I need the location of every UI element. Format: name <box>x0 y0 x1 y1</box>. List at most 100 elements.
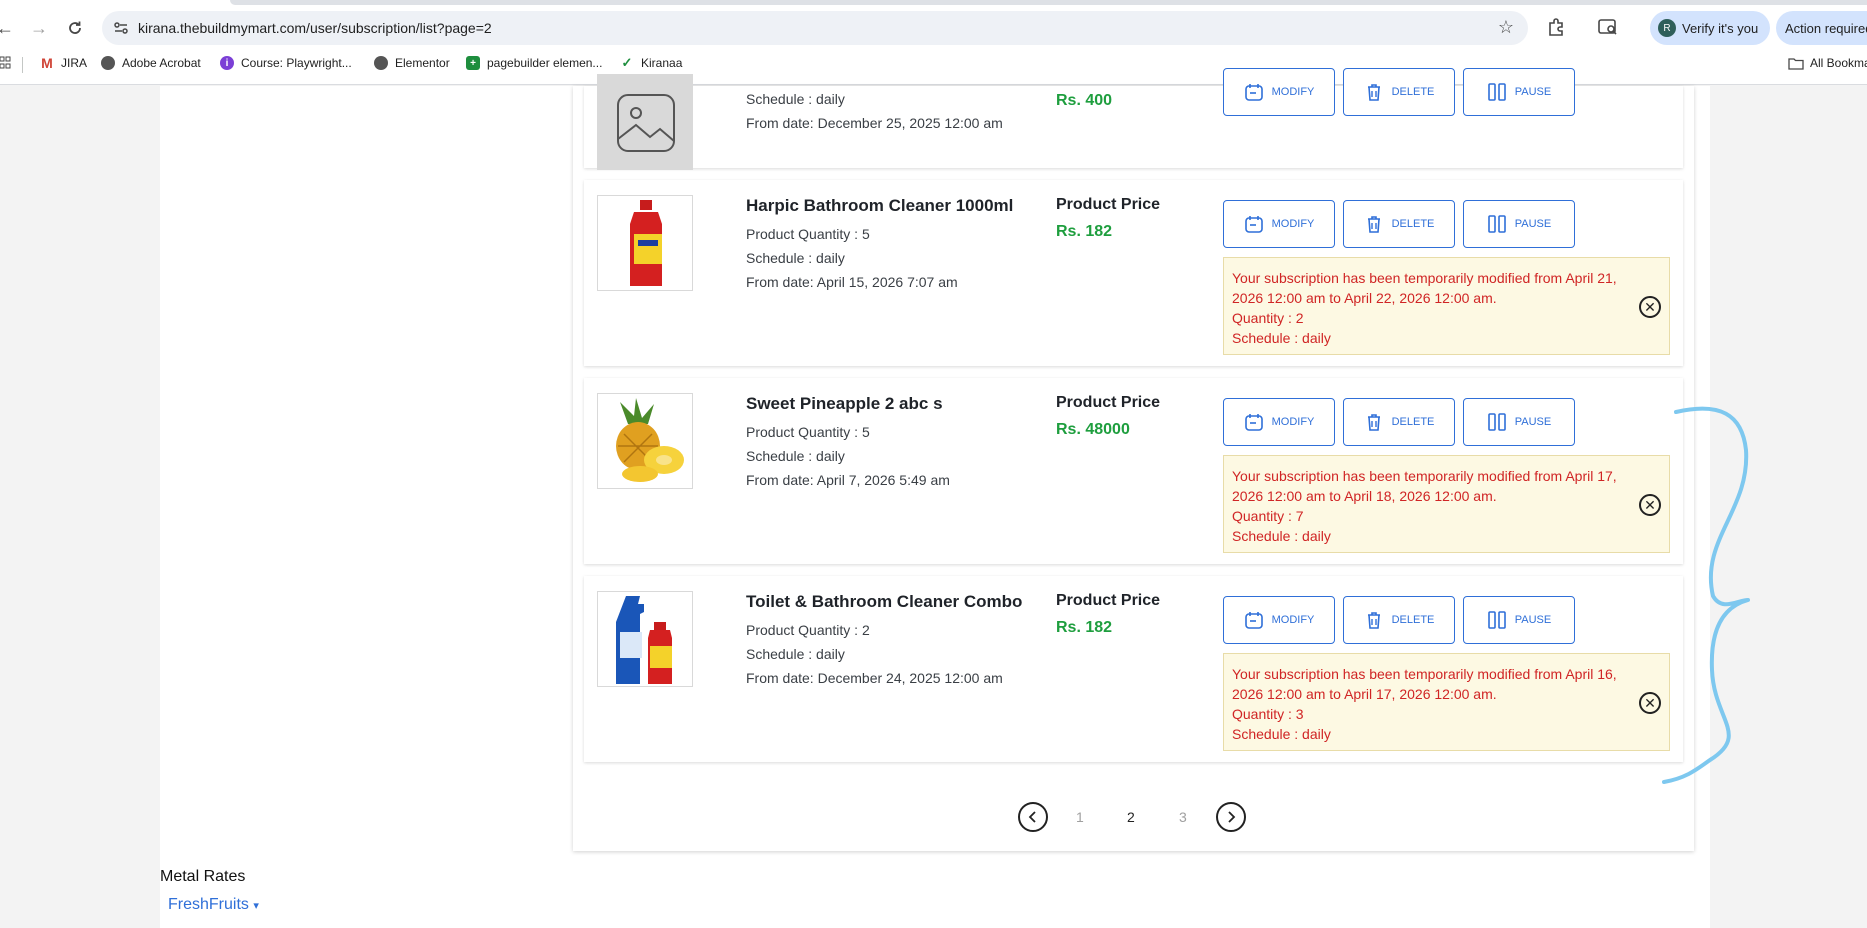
pause-button[interactable]: PAUSE <box>1463 200 1575 248</box>
apps-grid-icon[interactable] <box>0 56 12 70</box>
notice-quantity: Quantity : 7 <box>1232 508 1304 524</box>
delete-button[interactable]: DELETE <box>1343 200 1455 248</box>
delete-label: DELETE <box>1391 614 1435 626</box>
pause-button[interactable]: PAUSE <box>1463 596 1575 644</box>
product-schedule: Schedule : daily <box>746 91 845 107</box>
pause-button[interactable]: PAUSE <box>1463 68 1575 116</box>
bookmark-elementor[interactable]: Elementor <box>374 56 450 70</box>
bookmark-label: JIRA <box>61 56 88 70</box>
all-bookmarks[interactable]: All Bookmarks <box>1788 56 1867 70</box>
notice-message: Your subscription has been temporarily m… <box>1232 666 1617 702</box>
notice-quantity: Quantity : 3 <box>1232 706 1304 722</box>
price-label: Product Price <box>1056 592 1161 609</box>
notice-quantity: Quantity : 2 <box>1232 310 1304 326</box>
bookmark-label: Course: Playwright... <box>241 56 352 70</box>
bookmark-jira[interactable]: M JIRA <box>40 55 88 71</box>
bookmark-kiranaa[interactable]: ✓ Kiranaa <box>620 55 683 70</box>
product-name: Toilet & Bathroom Cleaner Combo <box>746 592 1023 611</box>
temporary-modification-notice: Your subscription has been temporarily m… <box>1223 455 1670 553</box>
page-1-button[interactable]: 1 <box>1076 809 1084 825</box>
site-info-icon[interactable] <box>112 19 130 37</box>
delete-label: DELETE <box>1391 416 1435 428</box>
product-name: Harpic Bathroom Cleaner 1000ml <box>746 196 1014 215</box>
bookmarks-separator <box>22 57 23 73</box>
modify-button[interactable]: MODIFY <box>1223 200 1335 248</box>
delete-button[interactable]: DELETE <box>1343 68 1455 116</box>
product-quantity: Product Quantity : 5 <box>746 226 870 242</box>
notice-schedule: Schedule : daily <box>1232 726 1331 742</box>
browser-toolbar: ← → kirana.thebuildmymart.com/user/subsc… <box>0 9 1867 47</box>
freshfruits-dropdown[interactable]: FreshFruits ▾ <box>168 896 259 914</box>
pineapple-image <box>616 398 684 482</box>
action-required-label: Action required <box>1785 20 1867 36</box>
pause-button[interactable]: PAUSE <box>1463 398 1575 446</box>
previous-page-button[interactable] <box>1018 802 1048 832</box>
sheets-icon: + <box>466 56 480 70</box>
bookmark-pagebuilder[interactable]: + pagebuilder elemen... <box>466 56 602 70</box>
modify-label: MODIFY <box>1271 86 1315 98</box>
product-schedule: Schedule : daily <box>746 448 845 464</box>
pause-icon <box>1487 413 1506 431</box>
back-icon[interactable]: ← <box>0 15 18 41</box>
subscription-card: Toilet & Bathroom Cleaner Combo Product … <box>584 576 1683 762</box>
chevron-right-icon <box>1228 811 1236 823</box>
folder-icon <box>1788 57 1804 70</box>
bookmarks-bar: M JIRA Adobe Acrobat i Course: Playwrigh… <box>0 52 1867 80</box>
subscription-card: Harpic Bathroom Cleaner 1000ml Product Q… <box>584 180 1683 366</box>
elementor-icon <box>374 56 388 70</box>
price-label: Product Price <box>1056 394 1161 411</box>
product-price: Rs. 48000 <box>1056 421 1130 438</box>
product-quantity: Product Quantity : 5 <box>746 424 870 440</box>
verify-profile-button[interactable]: R Verify it's you <box>1650 11 1770 45</box>
pause-label: PAUSE <box>1514 218 1552 230</box>
delete-button[interactable]: DELETE <box>1343 596 1455 644</box>
modify-button[interactable]: MODIFY <box>1223 68 1335 116</box>
modify-button[interactable]: MODIFY <box>1223 398 1335 446</box>
bookmark-label: Kiranaa <box>641 56 683 70</box>
close-circle-icon[interactable]: ✕ <box>1639 296 1661 318</box>
calendar-icon <box>1244 414 1263 431</box>
pause-icon <box>1487 611 1506 629</box>
chevron-left-icon <box>1028 811 1036 823</box>
product-schedule: Schedule : daily <box>746 250 845 266</box>
temporary-modification-notice: Your subscription has been temporarily m… <box>1223 653 1670 751</box>
page-3-button[interactable]: 3 <box>1179 809 1187 825</box>
delete-label: DELETE <box>1391 86 1435 98</box>
delete-button[interactable]: DELETE <box>1343 398 1455 446</box>
pause-icon <box>1487 83 1506 101</box>
annotation-brace-drawing <box>1662 406 1750 784</box>
modify-button[interactable]: MODIFY <box>1223 596 1335 644</box>
toilet-cleaner-combo-image <box>616 596 672 684</box>
extensions-icon[interactable] <box>1544 15 1568 39</box>
address-bar[interactable]: kirana.thebuildmymart.com/user/subscript… <box>102 11 1528 45</box>
freshfruits-label: FreshFruits <box>168 896 249 913</box>
product-image <box>597 591 693 687</box>
product-schedule: Schedule : daily <box>746 646 845 662</box>
calendar-icon <box>1244 612 1263 629</box>
page-2-button[interactable]: 2 <box>1127 809 1135 825</box>
forward-icon[interactable]: → <box>26 15 52 41</box>
course-icon: i <box>220 56 234 70</box>
tab-search-icon[interactable] <box>1596 15 1620 39</box>
calendar-icon <box>1244 216 1263 233</box>
bookmark-adobe-acrobat[interactable]: Adobe Acrobat <box>101 56 201 70</box>
product-from-date: From date: December 24, 2025 12:00 am <box>746 670 1003 686</box>
action-required-button[interactable]: Action required <box>1776 11 1867 45</box>
product-from-date: From date: April 7, 2026 5:49 am <box>746 472 950 488</box>
reload-icon[interactable] <box>62 15 88 41</box>
bookmark-label: Elementor <box>395 56 450 70</box>
browser-chrome: ← → kirana.thebuildmymart.com/user/subsc… <box>0 0 1867 85</box>
pagination: 1 2 3 <box>1018 802 1248 832</box>
product-name: Sweet Pineapple 2 abc s <box>746 394 943 413</box>
product-from-date: From date: April 15, 2026 7:07 am <box>746 274 958 290</box>
bookmark-course[interactable]: i Course: Playwright... <box>220 56 352 70</box>
modify-label: MODIFY <box>1271 614 1315 626</box>
bookmark-label: Adobe Acrobat <box>122 56 201 70</box>
pause-icon <box>1487 215 1506 233</box>
product-image-placeholder <box>597 74 693 170</box>
product-image <box>597 195 693 291</box>
notice-message: Your subscription has been temporarily m… <box>1232 270 1617 306</box>
bookmark-star-icon[interactable]: ☆ <box>1498 17 1514 38</box>
url-text[interactable]: kirana.thebuildmymart.com/user/subscript… <box>138 20 492 36</box>
next-page-button[interactable] <box>1216 802 1246 832</box>
